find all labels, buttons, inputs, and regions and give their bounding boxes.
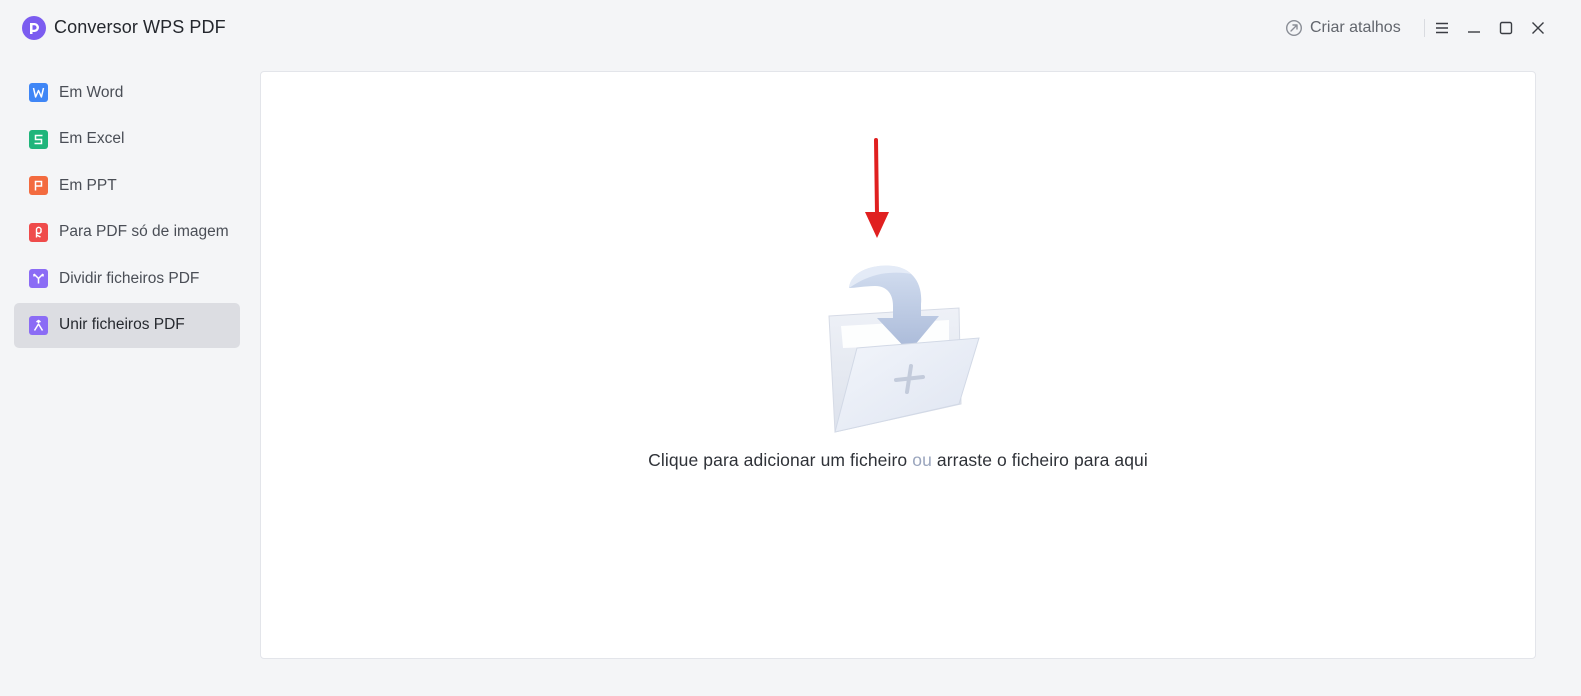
word-icon	[29, 83, 48, 102]
sidebar-item-image-pdf[interactable]: Para PDF só de imagem	[14, 210, 240, 255]
ppt-icon	[29, 176, 48, 196]
wps-pdf-logo-icon	[22, 16, 46, 40]
menu-icon	[1436, 22, 1448, 34]
create-shortcut-button[interactable]: Criar atalhos	[1285, 16, 1401, 40]
close-button[interactable]	[1526, 16, 1550, 40]
sidebar-item-label: Em Excel	[59, 130, 125, 148]
sidebar-item-label: Para PDF só de imagem	[59, 223, 229, 241]
drop-text-or: ou	[912, 450, 932, 470]
merge-pdf-icon	[29, 315, 48, 335]
maximize-icon	[1499, 21, 1513, 35]
annotation-arrow-icon	[865, 138, 889, 238]
main-panel: Clique para adicionar um ficheiro ou arr…	[260, 71, 1536, 659]
drop-instructions[interactable]: Clique para adicionar um ficheiro ou arr…	[261, 450, 1535, 471]
sidebar-item-split-pdf[interactable]: Dividir ficheiros PDF	[14, 256, 240, 301]
close-icon	[1532, 22, 1544, 34]
create-shortcut-label: Criar atalhos	[1310, 19, 1401, 36]
sidebar-item-label: Em Word	[59, 83, 124, 101]
sidebar: Em Word Em Excel Em PPT Para PDF só de i…	[14, 70, 240, 350]
sidebar-item-merge-pdf[interactable]: Unir ficheiros PDF	[14, 302, 240, 348]
sidebar-item-label: Dividir ficheiros PDF	[59, 269, 200, 287]
menu-button[interactable]	[1430, 16, 1454, 40]
app-title: Conversor WPS PDF	[54, 17, 226, 37]
drop-text-drag: arraste o ficheiro para aqui	[936, 450, 1148, 470]
sidebar-item-label: Unir ficheiros PDF	[59, 316, 185, 334]
app-window: Conversor WPS PDF Criar atalhos Em Word …	[0, 0, 1581, 696]
titlebar-divider	[1424, 19, 1425, 37]
minimize-icon	[1468, 31, 1480, 33]
title-bar: Conversor WPS PDF Criar atalhos	[0, 0, 1581, 56]
split-pdf-icon	[29, 269, 48, 289]
excel-icon	[29, 129, 48, 149]
sidebar-item-em-word[interactable]: Em Word	[14, 70, 240, 115]
drop-text-click: Clique para adicionar um ficheiro	[648, 450, 908, 470]
sidebar-item-label: Em PPT	[59, 176, 117, 194]
file-drop-zone[interactable]: Clique para adicionar um ficheiro ou arr…	[261, 72, 1535, 658]
maximize-button[interactable]	[1494, 16, 1518, 40]
minimize-button[interactable]	[1462, 16, 1486, 40]
add-file-folder-icon	[828, 265, 980, 433]
sidebar-item-em-ppt[interactable]: Em PPT	[14, 163, 240, 208]
shortcut-arrow-icon	[1285, 19, 1303, 37]
image-pdf-icon	[29, 222, 48, 242]
sidebar-item-em-excel[interactable]: Em Excel	[14, 117, 240, 162]
